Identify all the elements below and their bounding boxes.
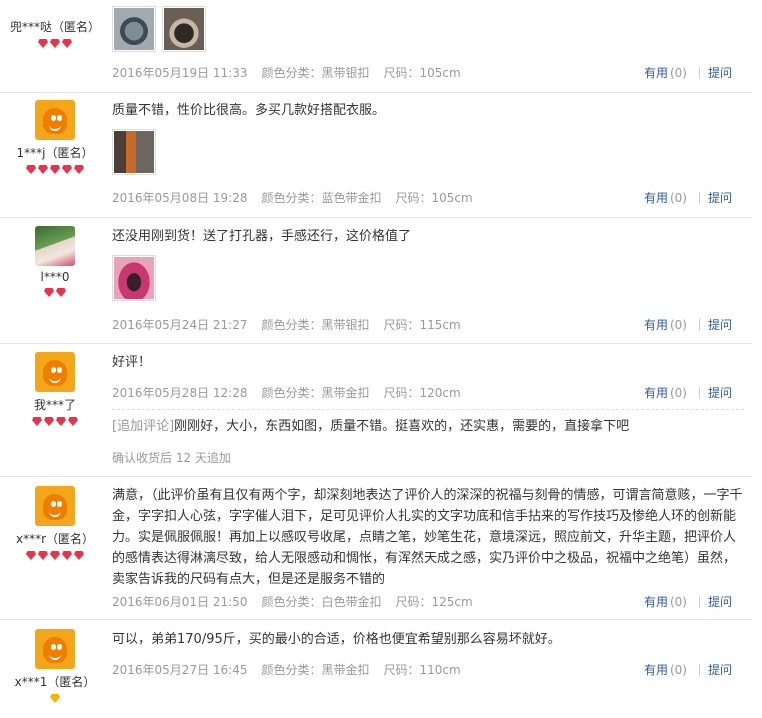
reviewer-info: 我***了 — [0, 352, 110, 427]
review-photo-thumbnail[interactable] — [162, 6, 206, 52]
review-text: 可以，弟弟170/95斤，买的最小的合适，价格也便宜希望别那么容易坏就好。 — [112, 632, 561, 647]
review-photo-thumbnail[interactable] — [112, 6, 156, 52]
avatar[interactable] — [35, 486, 75, 526]
ask-button[interactable]: 提问 — [708, 663, 732, 677]
review-sku: 颜色分类：黑带金扣 — [261, 386, 370, 400]
reviewer-info: 1***j（匿名） — [0, 100, 110, 175]
review-size: 尺码：105cm — [395, 191, 473, 205]
useful-button[interactable]: 有用 — [644, 318, 668, 332]
review-photo-thumbnail[interactable] — [112, 255, 156, 301]
avatar[interactable] — [35, 100, 75, 140]
review-item: x***1（匿名） 可以，弟弟170/95斤，买的最小的合适，价格也便宜希望别那… — [0, 619, 752, 718]
reviewer-info: l***0 — [0, 226, 110, 298]
review-text: 质量不错，性价比很高。多买几款好搭配衣服。 — [112, 103, 386, 118]
review-text: 满意，（此评价虽有且仅有两个字，却深刻地表达了评价人的深深的祝福与刻骨的情感，可… — [112, 488, 743, 587]
rank-icon — [0, 694, 110, 704]
reviewer-name: 我***了 — [33, 398, 76, 412]
review-size: 尺码：120cm — [383, 386, 461, 400]
reviewer-name: l***0 — [40, 270, 70, 284]
review-meta: 2016年06月01日 21:50 颜色分类：白色带金扣 尺码：125cm — [112, 593, 473, 610]
review-item: 1***j（匿名） 质量不错，性价比很高。多买几款好搭配衣服。 2016年05月… — [0, 92, 752, 218]
review-date: 2016年05月28日 12:28 — [112, 386, 248, 400]
useful-button[interactable]: 有用 — [644, 595, 668, 609]
review-meta: 2016年05月08日 19:28 颜色分类：蓝色带金扣 尺码：105cm — [112, 189, 473, 206]
review-photos — [112, 255, 744, 301]
review-date: 2016年05月19日 11:33 — [112, 66, 248, 80]
rank-icon — [0, 417, 110, 427]
review-text: 还没用刚到货！送了打孔器，手感还行，这价格值了 — [112, 229, 412, 244]
review-date: 2016年06月01日 21:50 — [112, 595, 248, 609]
avatar[interactable] — [35, 352, 75, 392]
review-meta: 2016年05月27日 16:45 颜色分类：黑带金扣 尺码：110cm — [112, 661, 461, 678]
review-photos — [112, 6, 744, 52]
review-sku: 颜色分类：白色带金扣 — [261, 595, 382, 609]
review-meta: 2016年05月28日 12:28 颜色分类：黑带金扣 尺码：120cm — [112, 384, 461, 401]
review-actions: 有用 (0) 提问 — [644, 316, 744, 333]
useful-count: (0) — [669, 318, 687, 332]
useful-count: (0) — [669, 386, 687, 400]
useful-count: (0) — [669, 595, 687, 609]
rank-icon — [0, 39, 110, 49]
review-meta: 2016年05月19日 11:33 颜色分类：黑带银扣 尺码：105cm — [112, 64, 461, 81]
append-review-text: 刚刚好，大小，东西如图，质量不错。挺喜欢的，还实惠，需要的，直接拿下吧 — [174, 419, 630, 434]
ask-button[interactable]: 提问 — [708, 595, 732, 609]
review-size: 尺码：125cm — [395, 595, 473, 609]
ask-button[interactable]: 提问 — [708, 191, 732, 205]
rank-icon — [0, 165, 110, 175]
review-date: 2016年05月08日 19:28 — [112, 191, 248, 205]
review-actions: 有用 (0) 提问 — [644, 189, 744, 206]
review-actions: 有用 (0) 提问 — [644, 384, 744, 401]
review-photo-thumbnail[interactable] — [112, 129, 156, 175]
useful-count: (0) — [669, 191, 687, 205]
useful-button[interactable]: 有用 — [644, 191, 668, 205]
reviewer-info: x***1（匿名） — [0, 629, 110, 704]
rank-icon — [0, 551, 110, 561]
useful-button[interactable]: 有用 — [644, 386, 668, 400]
useful-button[interactable]: 有用 — [644, 66, 668, 80]
append-review: [追加评论]刚刚好，大小，东西如图，质量不错。挺喜欢的，还实惠，需要的，直接拿下… — [112, 409, 744, 437]
review-date: 2016年05月24日 21:27 — [112, 318, 248, 332]
review-sku: 颜色分类：黑带银扣 — [261, 318, 370, 332]
review-item: 我***了 好评！ 2016年05月28日 12:28 颜色分类：黑带金扣 尺码：1… — [0, 343, 752, 477]
review-actions: 有用 (0) 提问 — [644, 661, 744, 678]
review-sku: 颜色分类：蓝色带金扣 — [261, 191, 382, 205]
reviewer-name: x***r（匿名） — [15, 532, 95, 546]
review-list: 兜***哒（匿名） 2016年05月19日 11:33 颜色分类：黑带银扣 尺码：1… — [0, 0, 762, 718]
review-date: 2016年05月27日 16:45 — [112, 663, 248, 677]
review-size: 尺码：115cm — [383, 318, 461, 332]
ask-button[interactable]: 提问 — [708, 66, 732, 80]
review-size: 尺码：110cm — [383, 663, 461, 677]
append-review-note: 确认收货后 12 天追加 — [112, 451, 231, 465]
review-sku: 颜色分类：黑带银扣 — [261, 66, 370, 80]
review-item: x***r（匿名） 满意，（此评价虽有且仅有两个字，却深刻地表达了评价人的深深的… — [0, 476, 752, 620]
useful-button[interactable]: 有用 — [644, 663, 668, 677]
review-meta: 2016年05月24日 21:27 颜色分类：黑带银扣 尺码：115cm — [112, 316, 461, 333]
review-actions: 有用 (0) 提问 — [644, 64, 744, 81]
review-sku: 颜色分类：黑带金扣 — [261, 663, 370, 677]
useful-count: (0) — [669, 663, 687, 677]
review-actions: 有用 (0) 提问 — [644, 593, 744, 610]
review-size: 尺码：105cm — [383, 66, 461, 80]
reviewer-info: 兜***哒（匿名） — [0, 14, 110, 49]
append-review-label: [追加评论] — [112, 419, 175, 434]
rank-icon — [0, 288, 110, 298]
review-photos — [112, 129, 744, 175]
ask-button[interactable]: 提问 — [708, 386, 732, 400]
avatar[interactable] — [35, 226, 75, 266]
reviewer-name: x***1（匿名） — [14, 675, 96, 689]
reviewer-name: 1***j（匿名） — [16, 146, 94, 160]
review-item: 兜***哒（匿名） 2016年05月19日 11:33 颜色分类：黑带银扣 尺码：1… — [0, 0, 752, 93]
useful-count: (0) — [669, 66, 687, 80]
avatar[interactable] — [35, 629, 75, 669]
ask-button[interactable]: 提问 — [708, 318, 732, 332]
review-item: l***0 还没用刚到货！送了打孔器，手感还行，这价格值了 2016年05月24… — [0, 217, 752, 344]
reviewer-info: x***r（匿名） — [0, 486, 110, 561]
reviewer-name: 兜***哒（匿名） — [9, 20, 100, 34]
review-text: 好评！ — [112, 355, 152, 370]
